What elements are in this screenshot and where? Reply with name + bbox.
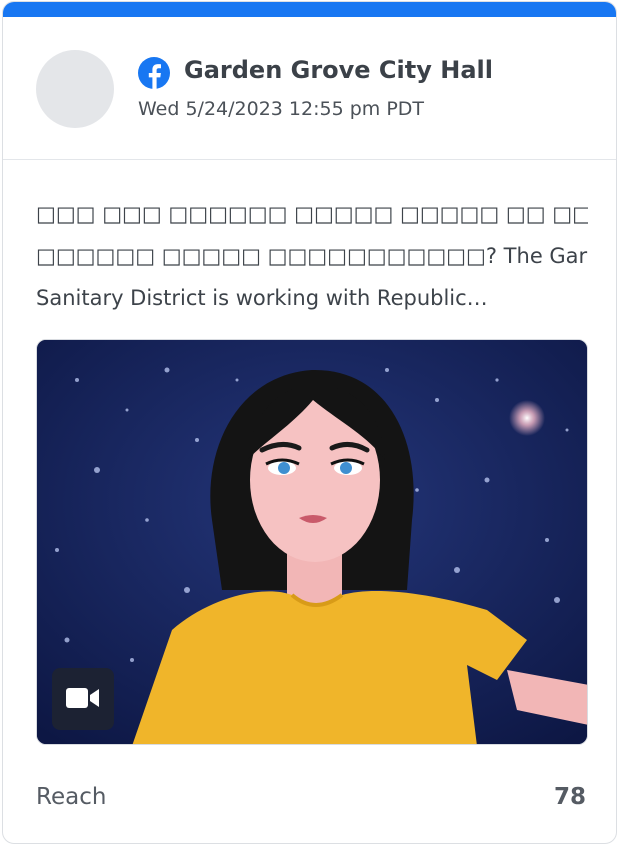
post-text-line: Sanitary District is working with Republ… (36, 286, 488, 310)
facebook-icon (138, 57, 170, 89)
post-text: □□□ □□□ □□□□□□ □□□□□ □□□□□ □□ □□ □□□ □□□ □… (36, 193, 588, 319)
accent-bar (3, 2, 616, 17)
post-timestamp: Wed 5/24/2023 12:55 pm PDT (138, 98, 425, 120)
reach-label: Reach (36, 784, 107, 810)
page-name[interactable]: Garden Grove City Hall (184, 56, 493, 84)
post-card: Garden Grove City Hall Wed 5/24/2023 12:… (2, 1, 617, 844)
post-video-thumbnail[interactable] (36, 339, 588, 745)
video-still-illustration (37, 340, 587, 744)
reach-value: 78 (553, 784, 586, 810)
video-camera-icon (66, 688, 99, 708)
video-badge (52, 668, 114, 730)
post-text-line: □□□□□□ □□□□□ □□□□□□□□□□□? The Garden Gro… (36, 244, 588, 268)
avatar[interactable] (36, 50, 114, 128)
post-header: Garden Grove City Hall Wed 5/24/2023 12:… (3, 17, 616, 160)
post-text-line: □□□ □□□ □□□□□□ □□□□□ □□□□□ □□ □□□□□ □□□□… (36, 202, 588, 226)
